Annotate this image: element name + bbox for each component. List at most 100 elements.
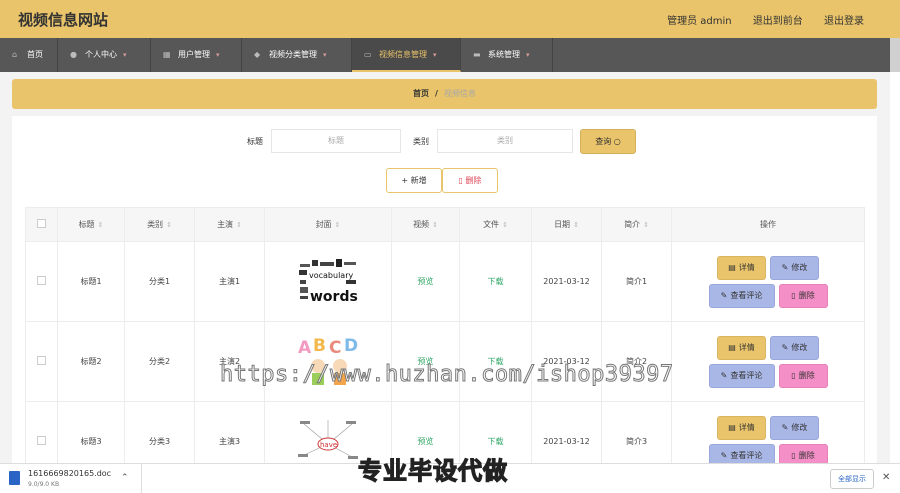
detail-button[interactable]: ▤ 详情 — [717, 415, 766, 440]
video-table: 标题 ⇕ 类别 ⇕ 主演 ⇕ 封面 ⇕ 视频 ⇕ 文件 ⇕ 日期 ⇕ 简介 ⇕ 操作 标题1 分… — [25, 207, 865, 482]
show-all-button[interactable]: 全部显示 — [830, 469, 874, 489]
svg-text:B: B — [313, 336, 326, 356]
nav-label: 视频分类管理 — [269, 50, 317, 59]
table-row: 标题1 分类1 主演1 vocabulary words 预览 下载 2021-… — [25, 241, 865, 322]
view-comments-button[interactable]: ✎ 查看评论 — [708, 283, 775, 308]
edit-label: 修改 — [791, 342, 808, 352]
nav-label: 首页 — [27, 50, 43, 59]
document-icon: ▤ — [728, 262, 736, 272]
logout-link[interactable]: 退出登录 — [824, 16, 864, 27]
table-header: 标题 ⇕ 类别 ⇕ 主演 ⇕ 封面 ⇕ 视频 ⇕ 文件 ⇕ 日期 ⇕ 简介 ⇕ 操作 — [25, 207, 865, 242]
breadcrumb-home[interactable]: 首页 — [413, 89, 429, 98]
download-link[interactable]: 下载 — [488, 277, 504, 286]
search-icon: ○ — [613, 137, 621, 146]
chevron-up-icon[interactable]: ⌃ — [121, 473, 129, 483]
nav-item-video-info[interactable]: ▭ 视频信息管理 ▾ — [352, 38, 461, 72]
search-form: 标题 标题 类别 类别 查询 ○ — [12, 129, 877, 154]
edit-button[interactable]: ✎ 修改 — [770, 415, 819, 440]
column-header[interactable]: 标题 ⇕ — [57, 207, 125, 242]
title-input[interactable]: 标题 — [271, 129, 401, 153]
content-panel: 标题 标题 类别 类别 查询 ○ + 新增 ▯ 删除 标题 ⇕ 类别 ⇕ 主演 ⇕ 封… — [12, 116, 877, 482]
delete-button[interactable]: ▯ 删除 — [778, 363, 828, 388]
cell-category: 分类1 — [124, 241, 195, 322]
cover-thumbnail: have — [296, 415, 360, 466]
column-header[interactable]: 文件 ⇕ — [459, 207, 532, 242]
svg-text:words: words — [310, 289, 358, 305]
row-checkbox[interactable] — [37, 436, 46, 445]
close-icon[interactable]: ✕ — [882, 472, 890, 483]
sort-icon: ⇕ — [502, 221, 508, 229]
trash-icon: ▯ — [791, 370, 796, 380]
cell-title: 标题1 — [57, 241, 125, 322]
download-link[interactable]: 下载 — [488, 437, 504, 446]
edit-button[interactable]: ✎ 修改 — [770, 335, 819, 360]
chevron-down-icon: ▾ — [216, 51, 220, 59]
category-label: 类别 — [413, 137, 429, 146]
nav-item-personal-center[interactable]: ● 个人中心 ▾ — [58, 38, 151, 72]
select-all-checkbox[interactable] — [37, 219, 46, 228]
nav-item-user-management[interactable]: ▦ 用户管理 ▾ — [151, 38, 242, 72]
category-input[interactable]: 类别 — [437, 129, 573, 153]
nav-item-system[interactable]: ▬ 系统管理 ▾ — [461, 38, 553, 72]
chat-icon: ▭ — [364, 50, 372, 59]
column-header[interactable]: 简介 ⇕ — [601, 207, 672, 242]
back-to-front-link[interactable]: 退出到前台 — [753, 16, 803, 27]
detail-button[interactable]: ▤ 详情 — [717, 335, 766, 360]
briefcase-icon: ▬ — [473, 50, 481, 59]
column-label: 简介 — [624, 220, 641, 229]
home-icon: ⌂ — [12, 50, 18, 59]
header-links: 管理员 admin 退出到前台 退出登录 — [649, 12, 864, 27]
scrollbar-track[interactable] — [890, 72, 900, 493]
download-item[interactable]: 1616669820165.doc 9.0/9.0 KB ⌃ — [0, 464, 142, 493]
sort-icon: ⇕ — [643, 221, 649, 229]
edit-button[interactable]: ✎ 修改 — [770, 255, 819, 280]
download-bar: 1616669820165.doc 9.0/9.0 KB ⌃ 专业毕设代做 全部… — [0, 456, 900, 493]
cell-actions: ▤ 详情 ✎ 修改 ✎ 查看评论 ▯ 删除 — [671, 321, 865, 402]
document-icon: ▤ — [728, 342, 736, 352]
column-header[interactable]: 封面 ⇕ — [264, 207, 392, 242]
main-nav: ⌂ 首页 ● 个人中心 ▾ ▦ 用户管理 ▾ ◆ 视频分类管理 ▾ ▭ 视频信息管理 ▾ ▬ 系统管… — [0, 38, 890, 72]
column-label: 视频 — [413, 220, 430, 229]
column-header[interactable]: 类别 ⇕ — [124, 207, 195, 242]
delete-button[interactable]: ▯ 删除 — [778, 283, 828, 308]
breadcrumb-current: 视频信息 — [443, 89, 476, 98]
comment-label: 查看评论 — [730, 370, 763, 380]
download-file-size: 9.0/9.0 KB — [28, 481, 60, 488]
bulk-delete-button[interactable]: ▯ 删除 — [442, 168, 498, 193]
sort-icon: ⇕ — [573, 221, 579, 229]
nav-label: 个人中心 — [85, 50, 117, 59]
sort-icon: ⇕ — [334, 221, 341, 229]
edit-label: 修改 — [791, 422, 808, 432]
add-button[interactable]: + 新增 — [386, 168, 442, 193]
preview-link[interactable]: 预览 — [418, 277, 434, 286]
trash-icon: ▯ — [791, 450, 796, 460]
nav-item-home[interactable]: ⌂ 首页 — [0, 38, 58, 72]
svg-text:have: have — [320, 441, 337, 449]
bulk-delete-label: 删除 — [465, 176, 482, 185]
grid-icon: ▦ — [163, 50, 171, 59]
preview-link[interactable]: 预览 — [418, 437, 434, 446]
row-checkbox[interactable] — [37, 356, 46, 365]
pencil-icon: ✎ — [720, 290, 728, 300]
query-button[interactable]: 查询 ○ — [580, 129, 636, 154]
query-label: 查询 — [595, 137, 612, 146]
column-header[interactable]: 日期 ⇕ — [531, 207, 602, 242]
column-label: 类别 — [147, 220, 164, 229]
window-edge — [890, 38, 900, 72]
view-comments-button[interactable]: ✎ 查看评论 — [708, 363, 775, 388]
row-select-cell — [25, 321, 58, 402]
row-select-cell — [25, 241, 58, 322]
nav-item-video-category[interactable]: ◆ 视频分类管理 ▾ — [242, 38, 352, 72]
sort-icon: ⇕ — [432, 221, 438, 229]
nav-label: 视频信息管理 — [379, 50, 427, 59]
sort-icon: ⇕ — [97, 221, 104, 229]
detail-button[interactable]: ▤ 详情 — [717, 255, 766, 280]
cover-thumbnail: vocabulary words — [296, 255, 360, 306]
column-header[interactable]: 主演 ⇕ — [194, 207, 265, 242]
column-header[interactable]: 视频 ⇕ — [391, 207, 460, 242]
sort-icon: ⇕ — [166, 221, 172, 229]
row-checkbox[interactable] — [37, 276, 46, 285]
cell-file: 下载 — [459, 241, 532, 322]
download-file-name: 1616669820165.doc — [28, 469, 112, 478]
column-label: 标题 — [78, 220, 95, 229]
